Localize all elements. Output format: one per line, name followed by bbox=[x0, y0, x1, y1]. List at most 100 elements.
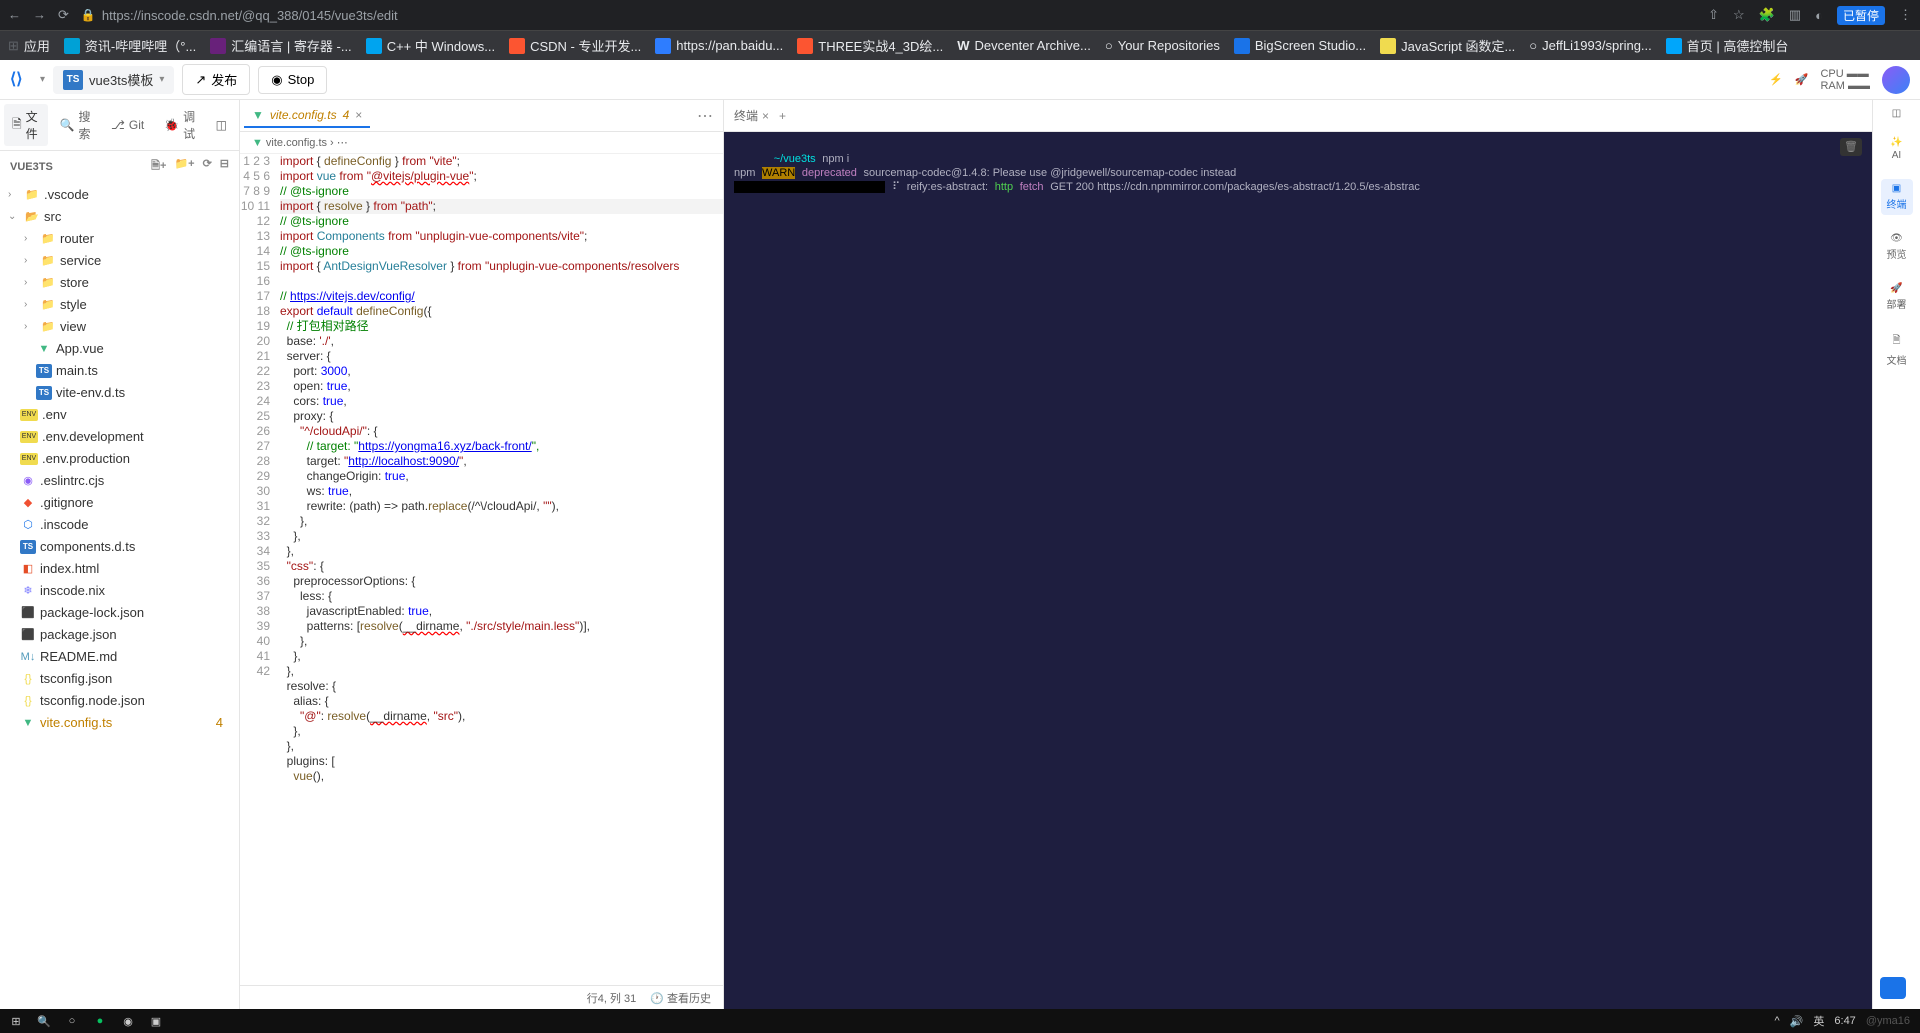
chevron-down-icon[interactable]: ▾ bbox=[40, 74, 45, 85]
terminal-output[interactable]: 🗑~/vue3ts npm i npm WARN deprecated sour… bbox=[724, 132, 1872, 1009]
rail-ai[interactable]: ✨AI bbox=[1886, 133, 1906, 165]
tree-file[interactable]: ❄inscode.nix bbox=[0, 580, 239, 602]
more-icon[interactable]: ⋯ bbox=[697, 106, 719, 126]
close-icon[interactable]: × bbox=[355, 108, 362, 122]
refresh-icon[interactable]: ⟳ bbox=[203, 157, 212, 176]
stop-button[interactable]: ◉Stop bbox=[258, 66, 327, 94]
inscode-logo-icon[interactable]: ⟨⟩ bbox=[10, 69, 32, 91]
publish-button[interactable]: ↗发布 bbox=[182, 64, 250, 95]
cpu-meter: CPU ▬▬RAM ▬▬ bbox=[1820, 68, 1870, 92]
breadcrumb[interactable]: ▼ vite.config.ts›⋯ bbox=[240, 132, 723, 154]
share-icon[interactable]: ⇧ bbox=[1708, 7, 1719, 23]
start-button[interactable]: ⊞ bbox=[4, 1011, 28, 1031]
lock-icon: 🔒 bbox=[81, 8, 96, 22]
rocket-icon[interactable]: 🚀 bbox=[1795, 73, 1809, 86]
bookmark-item[interactable]: 首页 | 高德控制台 bbox=[1666, 36, 1789, 55]
tree-file[interactable]: ENV.env.production bbox=[0, 448, 239, 470]
tree-file[interactable]: ⬛package-lock.json bbox=[0, 602, 239, 624]
tree-file[interactable]: {}tsconfig.json bbox=[0, 668, 239, 690]
editor-tab-active[interactable]: ▼ vite.config.ts 4 × bbox=[244, 104, 370, 128]
wechat-icon[interactable]: ● bbox=[88, 1011, 112, 1031]
tree-folder[interactable]: ›📁.vscode bbox=[0, 184, 239, 206]
rail-deploy[interactable]: 🚀部署 bbox=[1883, 279, 1911, 315]
terminal-app-icon[interactable]: ▣ bbox=[144, 1011, 168, 1031]
user-avatar[interactable] bbox=[1882, 66, 1910, 94]
tree-file[interactable]: ◉.eslintrc.cjs bbox=[0, 470, 239, 492]
new-folder-icon[interactable]: 📁+ bbox=[174, 157, 194, 176]
tree-file[interactable]: TSvite-env.d.ts bbox=[0, 382, 239, 404]
trash-icon[interactable]: 🗑 bbox=[1840, 138, 1862, 156]
tree-folder[interactable]: ›📁service bbox=[0, 250, 239, 272]
cursor-position[interactable]: 行4, 列 31 bbox=[587, 990, 637, 1006]
profile-icon[interactable]: ◐ bbox=[1815, 8, 1823, 23]
bookmark-item[interactable]: 汇编语言 | 寄存器 -... bbox=[210, 36, 351, 55]
url-bar[interactable]: 🔒 https://inscode.csdn.net/@qq_388/0145/… bbox=[77, 8, 1700, 23]
tree-folder[interactable]: ⌄📂src bbox=[0, 206, 239, 228]
tree-folder[interactable]: ›📁router bbox=[0, 228, 239, 250]
terminal-tab[interactable]: 终端× bbox=[734, 107, 769, 124]
tree-file[interactable]: M↓README.md bbox=[0, 646, 239, 668]
bookmark-item[interactable]: BigScreen Studio... bbox=[1234, 38, 1366, 54]
apps-button[interactable]: ⊞应用 bbox=[8, 36, 50, 55]
sidebar-tab-debug[interactable]: 🐞调试 bbox=[156, 104, 203, 146]
new-file-icon[interactable]: 🗎+ bbox=[151, 157, 166, 176]
search-button[interactable]: 🔍 bbox=[32, 1011, 56, 1031]
close-icon[interactable]: × bbox=[762, 109, 769, 123]
new-terminal-icon[interactable]: + bbox=[779, 109, 786, 123]
back-button[interactable]: ← bbox=[8, 7, 21, 23]
extensions-icon[interactable]: 🧩 bbox=[1759, 7, 1775, 23]
tree-folder[interactable]: ›📁view bbox=[0, 316, 239, 338]
sidebar-tab-search[interactable]: 🔍搜索 bbox=[52, 104, 99, 146]
sidebar-collapse[interactable]: ◫ bbox=[208, 104, 235, 146]
tray-chevron-icon[interactable]: ^ bbox=[1775, 1015, 1780, 1027]
tree-file[interactable]: ENV.env bbox=[0, 404, 239, 426]
tree-file[interactable]: ◆.gitignore bbox=[0, 492, 239, 514]
bookmark-item[interactable]: C++ 中 Windows... bbox=[366, 36, 495, 55]
cortana-icon[interactable]: ○ bbox=[60, 1011, 84, 1031]
tree-file[interactable]: {}tsconfig.node.json bbox=[0, 690, 239, 712]
bookmark-item[interactable]: CSDN - 专业开发... bbox=[509, 36, 641, 55]
file-tree: ›📁.vscode ⌄📂src ›📁router ›📁service ›📁sto… bbox=[0, 182, 239, 1009]
forward-button[interactable]: → bbox=[33, 7, 46, 23]
ime-indicator[interactable]: 英 bbox=[1813, 1013, 1824, 1029]
tree-folder[interactable]: ›📁style bbox=[0, 294, 239, 316]
reload-button[interactable]: ⟳ bbox=[58, 7, 69, 23]
code-editor[interactable]: 1 2 3 4 5 6 7 8 9 10 11 12 13 14 15 16 1… bbox=[240, 154, 723, 985]
bookmark-item[interactable]: THREE实战4_3D绘... bbox=[797, 36, 943, 55]
panel-toggle-icon[interactable]: ◫ bbox=[1892, 108, 1901, 119]
lightning-icon[interactable]: ⚡ bbox=[1769, 73, 1783, 86]
tree-file[interactable]: ◧index.html bbox=[0, 558, 239, 580]
bookmark-item[interactable]: ○JeffLi1993/spring... bbox=[1529, 38, 1651, 53]
clock[interactable]: 6:47 bbox=[1834, 1015, 1855, 1027]
bookmark-item[interactable]: JavaScript 函数定... bbox=[1380, 36, 1515, 55]
code-content[interactable]: import { defineConfig } from "vite"; imp… bbox=[280, 154, 723, 985]
project-selector[interactable]: TS vue3ts模板 ▾ bbox=[53, 66, 174, 94]
tree-file[interactable]: TScomponents.d.ts bbox=[0, 536, 239, 558]
bookmark-item[interactable]: WDevcenter Archive... bbox=[957, 38, 1091, 53]
tree-file[interactable]: ENV.env.development bbox=[0, 426, 239, 448]
chat-bubble-icon[interactable] bbox=[1880, 977, 1906, 999]
menu-icon[interactable]: ⋮ bbox=[1899, 7, 1912, 23]
rail-docs[interactable]: 🗎文档 bbox=[1883, 329, 1911, 371]
tree-file[interactable]: TSmain.ts bbox=[0, 360, 239, 382]
sidebar-tab-files[interactable]: 🗎文件 bbox=[4, 104, 48, 146]
tree-folder[interactable]: ›📁store bbox=[0, 272, 239, 294]
sidebar-tab-git[interactable]: ⎇Git bbox=[103, 104, 152, 146]
rail-preview[interactable]: 👁预览 bbox=[1883, 229, 1911, 265]
ts-icon: TS bbox=[63, 70, 83, 90]
chrome-icon[interactable]: ◉ bbox=[116, 1011, 140, 1031]
bookmark-item[interactable]: https://pan.baidu... bbox=[655, 38, 783, 54]
tree-file[interactable]: ⬡.inscode bbox=[0, 514, 239, 536]
rail-terminal[interactable]: ▣终端 bbox=[1881, 179, 1913, 215]
tree-file[interactable]: ⬛package.json bbox=[0, 624, 239, 646]
bookmark-item[interactable]: ○Your Repositories bbox=[1105, 38, 1220, 53]
tree-file-modified[interactable]: ▼vite.config.ts4 bbox=[0, 712, 239, 734]
bookmark-star-icon[interactable]: ☆ bbox=[1733, 7, 1745, 23]
folder-icon: 📁 bbox=[40, 297, 56, 313]
volume-icon[interactable]: 🔊 bbox=[1790, 1015, 1804, 1028]
collapse-icon[interactable]: ⊟ bbox=[220, 157, 229, 176]
bookmark-item[interactable]: 资讯-哔哩哔哩（°... bbox=[64, 36, 196, 55]
history-link[interactable]: 🕐 查看历史 bbox=[650, 990, 711, 1006]
tree-file[interactable]: ▼App.vue bbox=[0, 338, 239, 360]
reading-list-icon[interactable]: ▥ bbox=[1789, 7, 1801, 23]
